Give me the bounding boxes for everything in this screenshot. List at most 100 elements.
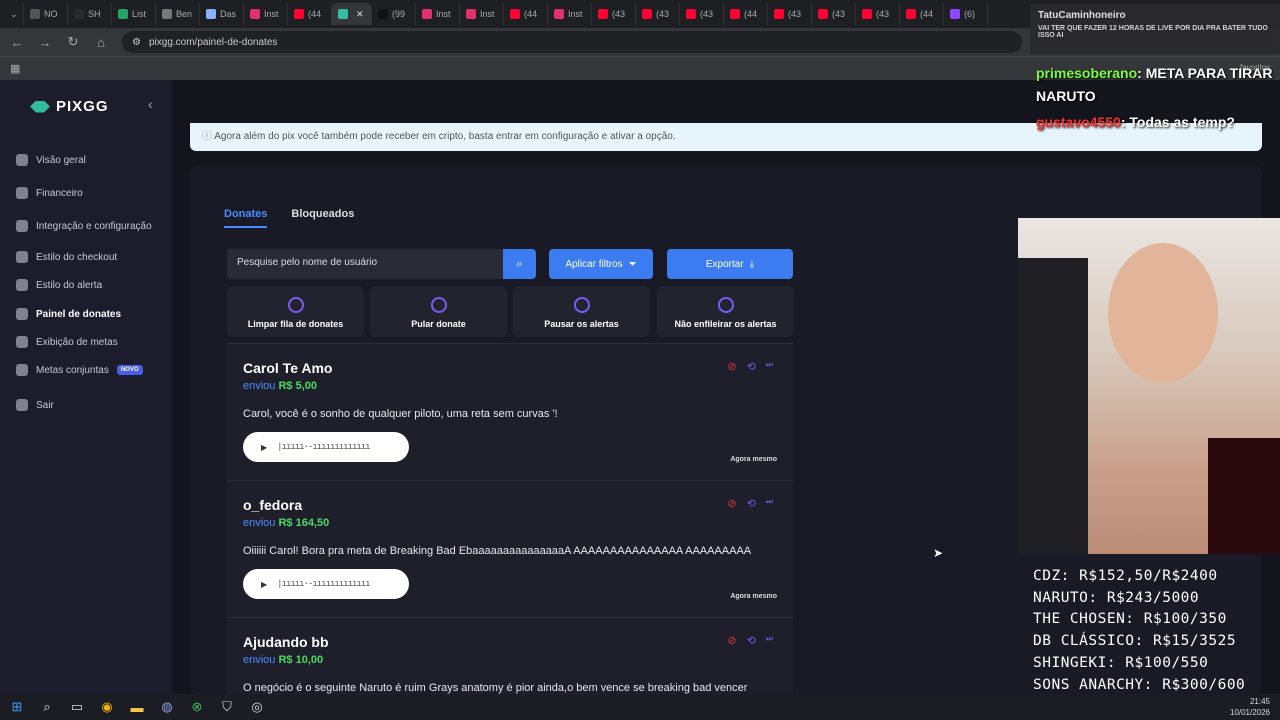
goals-overlay: CDZ: R$152,50/R$2400 NARUTO: R$243/5000 TH… (1033, 566, 1245, 696)
browser-tab[interactable]: Inst (416, 3, 460, 25)
tab-label: (43 (656, 9, 670, 19)
replay-icon[interactable]: ⟲ (747, 360, 756, 373)
browser-tab[interactable]: (44 (900, 3, 944, 25)
sent-label: enviou (243, 380, 276, 392)
obs-icon[interactable]: ◎ (248, 698, 266, 716)
sidebar-item-icon (16, 279, 28, 291)
play-icon[interactable]: ▶ (261, 443, 267, 452)
sidebar-item-integração-e-configuração[interactable]: Integração e configuração (16, 216, 152, 236)
download-icon: ⤓ (749, 258, 755, 270)
security-icon[interactable]: ⛉ (218, 698, 236, 716)
browser-tab[interactable]: Inst (548, 3, 592, 25)
browser-tab[interactable]: NO (24, 3, 68, 25)
discord-icon[interactable]: ◍ (158, 698, 176, 716)
browser-tab[interactable]: (44 (724, 3, 768, 25)
skip-icon[interactable]: ⏭ (766, 634, 773, 647)
replay-icon[interactable]: ⟲ (747, 497, 756, 510)
tab-label: (43 (612, 9, 626, 19)
action-button[interactable]: Limpar fila de donates (227, 286, 364, 337)
forward-icon[interactable]: → (38, 35, 52, 50)
browser-tab[interactable]: ✕ (332, 3, 372, 25)
sidebar-item-painel-de-donates[interactable]: Painel de donates (16, 304, 121, 324)
browser-tab[interactable]: (43 (768, 3, 812, 25)
task-view-icon[interactable]: ▭ (68, 698, 86, 716)
tab-label: Inst (480, 9, 495, 19)
export-button[interactable]: Exportar ⤓ (667, 249, 793, 279)
audio-player[interactable]: ▶ |ııııı·-ııııııııııııı (243, 432, 409, 462)
tab-favicon-icon (422, 9, 432, 19)
search-button[interactable]: ⌕ (503, 249, 536, 279)
browser-tab[interactable]: (99 (372, 3, 416, 25)
reload-icon[interactable]: ↻ (66, 34, 80, 50)
tab-favicon-icon (774, 9, 784, 19)
audio-player[interactable]: ▶ |ııııı·-ııııııııııııı (243, 569, 409, 599)
browser-tab[interactable]: (44 (288, 3, 332, 25)
browser-tab[interactable]: (44 (504, 3, 548, 25)
pixgg-logo[interactable]: PIXGG (30, 98, 109, 115)
home-icon[interactable]: ⌂ (94, 35, 108, 50)
browser-tab[interactable]: Inst (244, 3, 288, 25)
tab-favicon-icon (250, 9, 260, 19)
browser-tab[interactable]: Ben (156, 3, 200, 25)
donation-amount: enviou R$ 5,00 (243, 380, 317, 392)
goal-line: THE CHOSEN: R$100/350 (1033, 611, 1227, 628)
sidebar-item-metas-conjuntas[interactable]: Metas conjuntas NOVO (16, 360, 143, 380)
browser-tab[interactable]: Inst (460, 3, 504, 25)
browser-tab[interactable]: (6) (944, 3, 988, 25)
back-icon[interactable]: ← (10, 35, 24, 50)
webcam-feed (1018, 218, 1280, 554)
skip-icon[interactable]: ⏭ (766, 360, 773, 373)
browser-tab[interactable]: (43 (680, 3, 724, 25)
browser-tab[interactable]: SH (68, 3, 112, 25)
collapse-sidebar-icon[interactable]: ‹ (148, 96, 153, 112)
block-icon[interactable]: ⊘ (727, 497, 736, 510)
replay-icon[interactable]: ⟲ (747, 634, 756, 647)
apply-filters-button[interactable]: Aplicar filtros ⏷ (549, 249, 653, 279)
browser-tab[interactable]: (43 (592, 3, 636, 25)
notice-text: Agora além do pix você também pode receb… (214, 131, 676, 142)
browser-tab[interactable]: List (112, 3, 156, 25)
windows-start-icon[interactable]: ⊞ (8, 698, 26, 716)
chair (1018, 258, 1088, 554)
panel-tabs: Donates Bloqueados (224, 208, 354, 228)
tab-search-icon[interactable]: ⌄ (4, 3, 24, 25)
sidebar-item-estilo-do-checkout[interactable]: Estilo do checkout (16, 247, 117, 267)
waveform[interactable]: |ııııı·-ııııııııııııı (277, 442, 370, 452)
block-icon[interactable]: ⊘ (727, 634, 736, 647)
sidebar-item-exibição-de-metas[interactable]: Exibição de metas (16, 332, 118, 352)
browser-tab[interactable]: (43 (812, 3, 856, 25)
sidebar-item-estilo-do-alerta[interactable]: Estilo do alerta (16, 275, 102, 295)
apps-icon[interactable]: ▦ (10, 62, 20, 75)
tab-favicon-icon (554, 9, 564, 19)
tab-label: Inst (436, 9, 451, 19)
waveform[interactable]: |ııııı·-ııııııııııııı (277, 579, 370, 589)
tab-label: Inst (568, 9, 583, 19)
play-icon[interactable]: ▶ (261, 580, 267, 589)
search-icon[interactable]: ⌕ (38, 698, 56, 716)
url-input[interactable]: ⚙ pixgg.com/painel-de-donates (122, 31, 1022, 53)
tab-bloqueados[interactable]: Bloqueados (291, 208, 354, 228)
sidebar-item-sair[interactable]: Sair (16, 395, 54, 415)
goal-line: SHINGEKI: R$100/550 (1033, 654, 1209, 671)
sidebar-item-financeiro[interactable]: Financeiro (16, 183, 83, 203)
tab-donates[interactable]: Donates (224, 208, 268, 228)
tab-label: List (132, 9, 147, 19)
skip-icon[interactable]: ⏭ (766, 497, 773, 510)
sidebar-item-visão-geral[interactable]: Visão geral (16, 150, 86, 170)
action-button[interactable]: Pular donate (370, 286, 507, 337)
action-button[interactable]: Não enfileirar os alertas (657, 286, 794, 337)
chrome-icon[interactable]: ◉ (98, 698, 116, 716)
streamer-face (1108, 243, 1218, 383)
site-info-icon[interactable]: ⚙ (132, 37, 141, 48)
block-icon[interactable]: ⊘ (727, 360, 736, 373)
browser-tab[interactable]: Das (200, 3, 244, 25)
file-explorer-icon[interactable]: ▬ (128, 698, 146, 716)
browser-tab[interactable]: (43 (856, 3, 900, 25)
tab-label: (44 (744, 9, 758, 19)
search-input[interactable]: Pesquise pelo nome de usuário (227, 249, 503, 279)
tab-favicon-icon (730, 9, 740, 19)
xbox-icon[interactable]: ⊗ (188, 698, 206, 716)
close-tab-icon[interactable]: ✕ (356, 9, 364, 20)
action-button[interactable]: Pausar os alertas (513, 286, 650, 337)
browser-tab[interactable]: (43 (636, 3, 680, 25)
